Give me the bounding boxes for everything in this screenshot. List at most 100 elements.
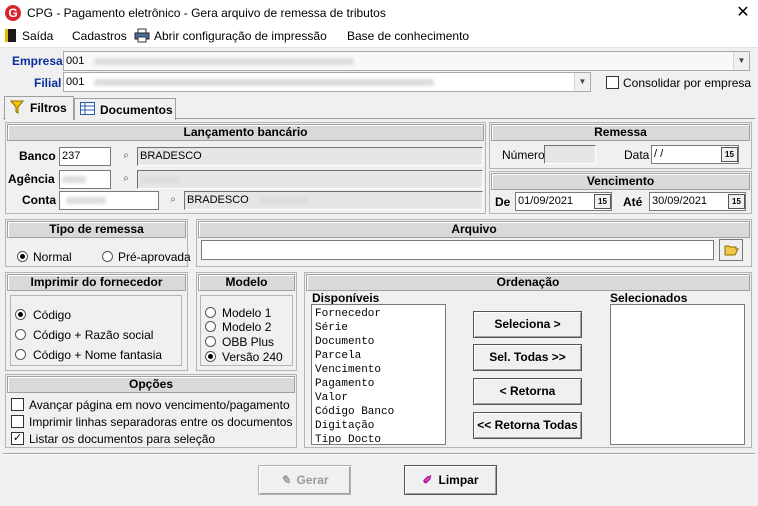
open-folder-button[interactable]: [719, 239, 743, 261]
radio-obb-plus[interactable]: [205, 336, 216, 347]
table-grid-icon: [80, 102, 95, 115]
list-item[interactable]: Documento: [315, 335, 445, 349]
banco-name-field: BRADESCO: [137, 147, 483, 166]
radio-codigo-fantasia-label: Código + Nome fantasia: [33, 348, 163, 362]
ate-label: Até: [623, 195, 643, 209]
radio-normal[interactable]: [17, 251, 28, 262]
gerar-label: Gerar: [296, 473, 329, 487]
lancamento-title: Lançamento bancário: [7, 124, 484, 141]
menu-base-conhecimento[interactable]: Base de conhecimento: [347, 29, 469, 43]
disponiveis-label: Disponíveis: [312, 291, 380, 305]
binoculars-search-icon[interactable]: ⌕: [117, 170, 135, 188]
menu-cadastros[interactable]: Cadastros: [72, 29, 127, 43]
calendar-icon[interactable]: 15: [728, 194, 745, 209]
numero-label: Número: [502, 148, 545, 162]
radio-codigo-razao[interactable]: [15, 329, 26, 340]
binoculars-search-icon[interactable]: ⌕: [164, 191, 182, 209]
tipo-remessa-title: Tipo de remessa: [7, 221, 186, 238]
list-item[interactable]: Código Banco: [315, 405, 445, 419]
list-item[interactable]: Fornecedor: [315, 307, 445, 321]
radio-modelo-1-label: Modelo 1: [222, 306, 272, 320]
remessa-title: Remessa: [491, 124, 750, 141]
radio-modelo-2-label: Modelo 2: [222, 320, 272, 334]
radio-modelo-2[interactable]: [205, 321, 216, 332]
agencia-name-field: [137, 170, 483, 189]
seleciona-button[interactable]: Seleciona >: [473, 311, 582, 338]
list-item[interactable]: Vencimento: [315, 363, 445, 377]
empresa-value: 001: [66, 55, 85, 67]
conta-input[interactable]: [59, 191, 159, 210]
ordenacao-title: Ordenação: [306, 274, 750, 291]
de-label: De: [495, 195, 511, 209]
filter-icon: [10, 100, 24, 114]
opcoes-title: Opções: [7, 376, 295, 393]
list-item[interactable]: Valor: [315, 391, 445, 405]
radio-codigo[interactable]: [15, 309, 26, 320]
conta-bank-name: BRADESCO: [187, 194, 249, 206]
imprimir-title: Imprimir do fornecedor: [7, 274, 186, 291]
opcao-avancar-label: Avançar página em novo vencimento/pagame…: [29, 398, 290, 412]
radio-codigo-label: Código: [33, 308, 72, 322]
list-item[interactable]: Parcela: [315, 349, 445, 363]
list-item[interactable]: Pagamento: [315, 377, 445, 391]
radio-versao-240-label: Versão 240: [222, 350, 283, 364]
sel-todas-button[interactable]: Sel. Todas >>: [473, 344, 582, 371]
list-item[interactable]: Tipo Docto: [315, 433, 445, 444]
vencimento-title: Vencimento: [491, 173, 750, 190]
close-icon[interactable]: ✕: [733, 3, 753, 23]
opcao-listar-checkbox[interactable]: ✓: [11, 432, 24, 445]
tab-filtros[interactable]: Filtros: [4, 96, 74, 120]
calendar-icon[interactable]: 15: [721, 147, 738, 162]
agencia-input[interactable]: [59, 170, 111, 189]
numero-field: [544, 145, 596, 164]
empresa-select[interactable]: 001 ▼: [63, 51, 750, 71]
arquivo-input[interactable]: [201, 240, 714, 260]
list-item[interactable]: Série: [315, 321, 445, 335]
modelo-title: Modelo: [198, 274, 295, 291]
radio-modelo-1[interactable]: [205, 307, 216, 318]
opcao-avancar-checkbox[interactable]: [11, 398, 24, 411]
app-logo-icon: G: [5, 5, 21, 21]
radio-pre-aprovada[interactable]: [102, 251, 113, 262]
tab-documentos-label: Documentos: [100, 103, 173, 117]
menu-saida[interactable]: Saída: [22, 29, 53, 43]
radio-codigo-razao-label: Código + Razão social: [33, 328, 154, 342]
banco-code-input[interactable]: 237: [59, 147, 111, 166]
radio-codigo-fantasia[interactable]: [15, 349, 26, 360]
filial-select[interactable]: 001 ▼: [63, 72, 591, 92]
binoculars-search-icon[interactable]: ⌕: [117, 147, 135, 165]
arquivo-title: Arquivo: [198, 221, 750, 238]
radio-obb-plus-label: OBB Plus: [222, 335, 275, 349]
disponiveis-listbox[interactable]: Fornecedor Série Documento Parcela Venci…: [311, 304, 446, 445]
selecionados-listbox[interactable]: [610, 304, 745, 445]
consolidar-checkbox[interactable]: [606, 76, 619, 89]
gerar-button[interactable]: ✎ Gerar: [258, 465, 351, 495]
list-item[interactable]: Digitação: [315, 419, 445, 433]
selecionados-label: Selecionados: [610, 291, 688, 305]
chevron-down-icon[interactable]: ▼: [733, 52, 749, 70]
eraser-icon: ✐: [422, 473, 433, 487]
opcao-linhas-checkbox[interactable]: [11, 415, 24, 428]
tab-documentos[interactable]: Documentos: [74, 98, 176, 120]
exit-door-icon: [5, 29, 16, 42]
retorna-todas-button[interactable]: << Retorna Todas: [473, 412, 582, 439]
printer-icon: [134, 28, 150, 43]
consolidar-label: Consolidar por empresa: [623, 76, 752, 90]
conta-label: Conta: [22, 193, 56, 207]
chevron-down-icon[interactable]: ▼: [574, 73, 590, 91]
footer-separator: [3, 453, 755, 455]
radio-versao-240[interactable]: [205, 351, 216, 362]
empresa-label: Empresa: [12, 54, 63, 68]
data-label: Data: [624, 148, 650, 162]
pencil-icon: ✎: [280, 473, 291, 487]
menu-abrir-config-impressao[interactable]: Abrir configuração de impressão: [154, 29, 327, 43]
opcao-linhas-label: Imprimir linhas separadoras entre os doc…: [29, 415, 293, 429]
limpar-button[interactable]: ✐ Limpar: [404, 465, 497, 495]
radio-pre-aprovada-label: Pré-aprovada: [118, 250, 191, 264]
retorna-button[interactable]: < Retorna: [473, 378, 582, 405]
window-title: CPG - Pagamento eletrônico - Gera arquiv…: [27, 6, 386, 20]
opcao-listar-label: Listar os documentos para seleção: [29, 432, 216, 446]
limpar-label: Limpar: [438, 473, 479, 487]
calendar-icon[interactable]: 15: [594, 194, 611, 209]
filial-value: 001: [66, 76, 85, 88]
